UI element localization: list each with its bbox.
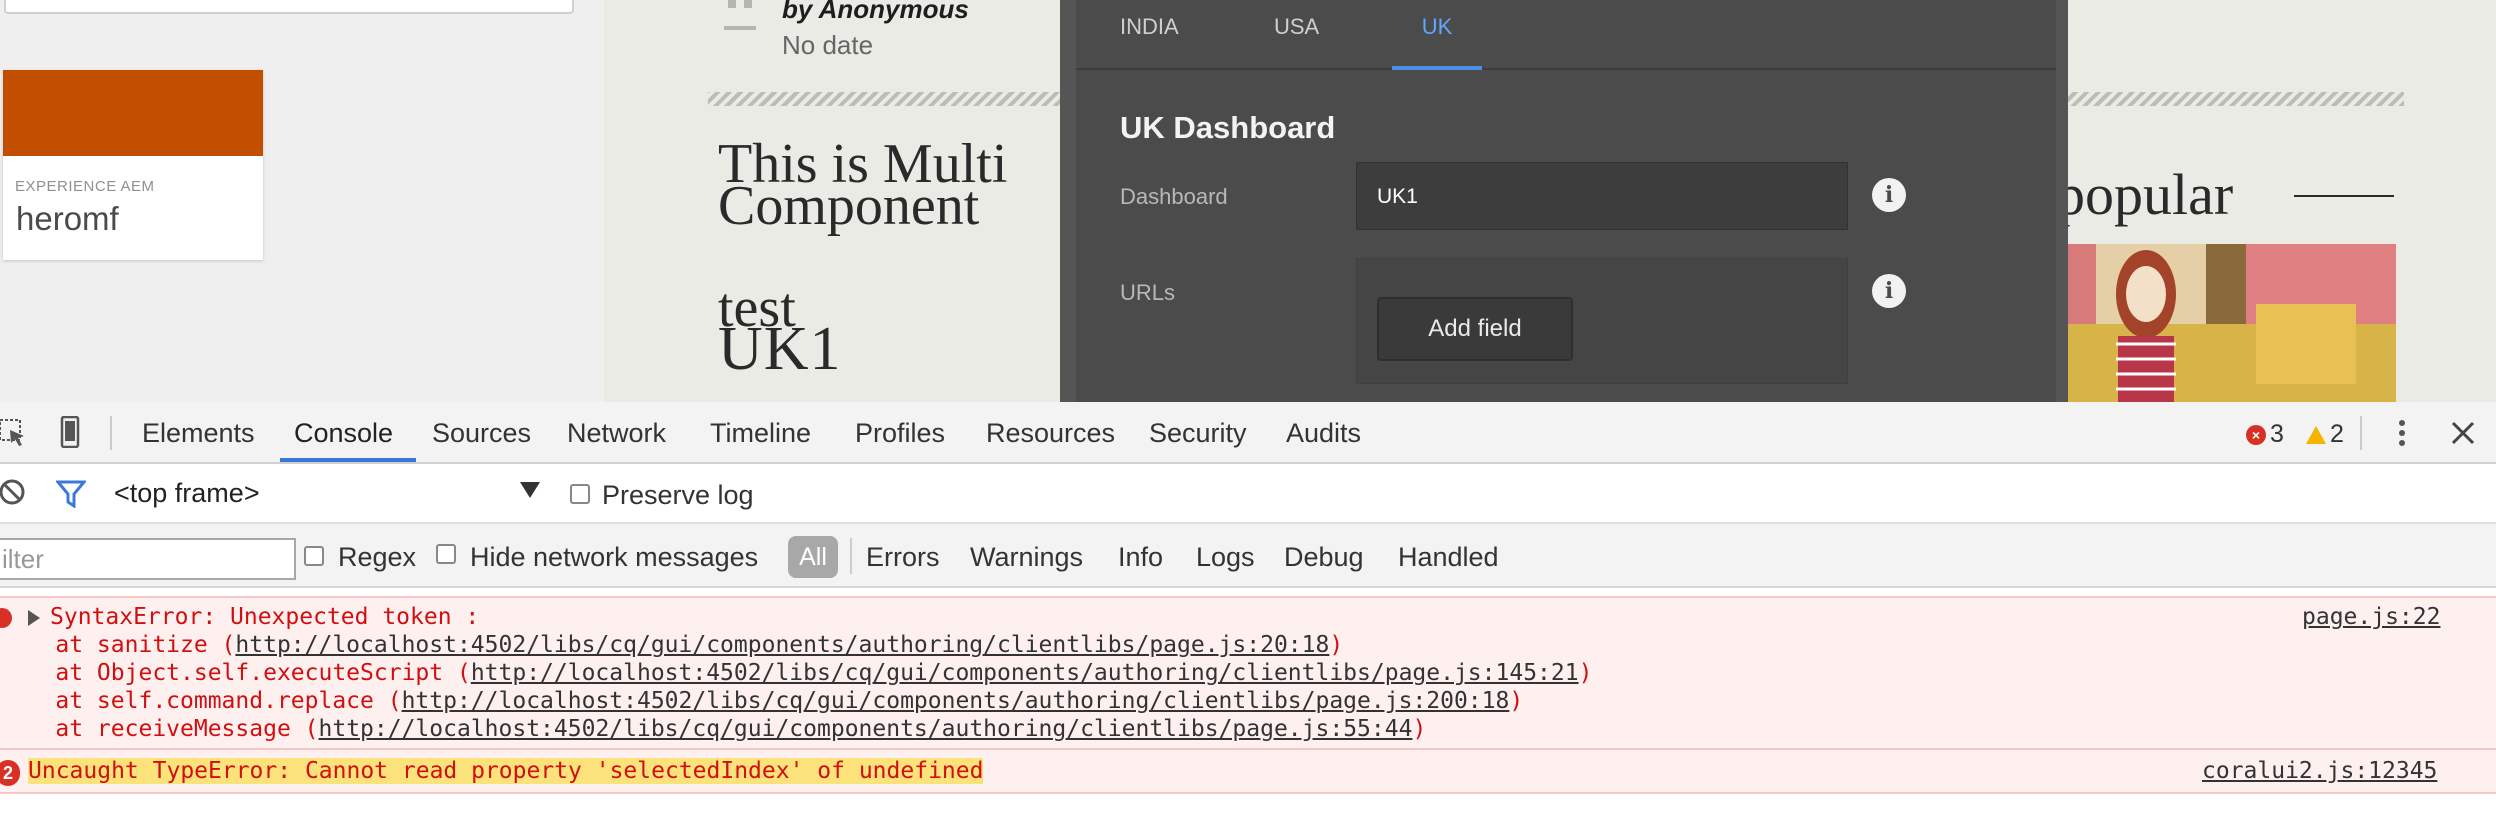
regex-label: Regex: [338, 542, 417, 572]
tab-timeline[interactable]: Timeline: [710, 418, 811, 449]
illustration-image: [2056, 244, 2396, 402]
article-title-line2: Component: [718, 175, 980, 237]
error-count: 3: [2270, 420, 2284, 448]
stack-url-link[interactable]: http://localhost:4502/libs/cq/gui/compon…: [235, 632, 1329, 658]
repeat-count-badge: 2: [0, 760, 20, 786]
author-avatar-icon: [724, 0, 756, 30]
popular-heading: popular: [2056, 162, 2234, 227]
preserve-log-checkbox[interactable]: [570, 484, 590, 504]
card-category: EXPERIENCE AEM: [15, 178, 155, 195]
level-all-button[interactable]: All: [788, 536, 838, 578]
stack-url-link[interactable]: http://localhost:4502/libs/cq/gui/compon…: [471, 660, 1579, 686]
filter-icon[interactable]: [56, 480, 86, 508]
tab-resources[interactable]: Resources: [986, 418, 1115, 449]
toolbar-separator: [110, 416, 112, 450]
tab-security[interactable]: Security: [1149, 418, 1247, 449]
card-thumbnail: [3, 70, 263, 156]
active-tab-indicator: [280, 458, 416, 462]
component-card[interactable]: EXPERIENCE AEM heromf: [3, 70, 263, 260]
stack-url-link[interactable]: http://localhost:4502/libs/cq/gui/compon…: [402, 688, 1510, 714]
stack-line: at sanitize (http://localhost:4502/libs/…: [0, 632, 1344, 658]
devtools-toolbar: Elements Console Sources Network Timelin…: [0, 402, 2496, 464]
component-rail: EXPERIENCE AEM heromf: [0, 0, 604, 402]
tab-usa[interactable]: USA: [1274, 14, 1334, 70]
tab-elements[interactable]: Elements: [142, 418, 255, 449]
stack-line: at Object.self.executeScript (http://loc…: [0, 660, 1593, 686]
tab-uk[interactable]: UK: [1392, 14, 1482, 70]
frame-selector[interactable]: <top frame>: [114, 478, 260, 509]
console-level-bar: ilter Regex Hide network messages All Er…: [0, 524, 2496, 588]
more-options-icon[interactable]: [2394, 418, 2410, 448]
error-counter[interactable]: × 3: [2246, 420, 2284, 449]
dashboard-input[interactable]: UK1: [1356, 162, 1848, 230]
urls-info-icon[interactable]: i: [1872, 274, 1906, 308]
toolbar-separator: [2360, 416, 2362, 450]
error-icon: [0, 608, 12, 628]
dashboard-dialog: INDIA USA UK UK Dashboard Dashboard UK1 …: [1076, 0, 2056, 402]
add-field-button[interactable]: Add field: [1377, 297, 1573, 361]
console-filter-bar: <top frame> Preserve log: [0, 464, 2496, 524]
stack-url-link[interactable]: http://localhost:4502/libs/cq/gui/compon…: [319, 716, 1413, 742]
message-text: Uncaught TypeError: Cannot read property…: [28, 758, 984, 784]
tab-network[interactable]: Network: [567, 418, 666, 449]
dashboard-value-text: UK1: [718, 315, 842, 383]
rail-search-input[interactable]: [4, 0, 574, 14]
level-errors-button[interactable]: Errors: [866, 542, 940, 573]
chevron-down-icon[interactable]: [520, 482, 540, 498]
level-debug-button[interactable]: Debug: [1284, 542, 1364, 573]
stack-line: at self.command.replace (http://localhos…: [0, 688, 1524, 714]
dashboard-label: Dashboard: [1120, 184, 1228, 209]
error-icon: ×: [2246, 424, 2266, 445]
expand-triangle-icon[interactable]: [28, 610, 40, 626]
page-preview: EXPERIENCE AEM heromf by Anonymous No da…: [0, 0, 2496, 402]
console-filter-input[interactable]: ilter: [0, 538, 296, 580]
warning-icon: [2306, 425, 2326, 444]
article-byline: by Anonymous: [782, 0, 969, 24]
tab-india[interactable]: INDIA: [1120, 14, 1190, 70]
level-separator: [850, 538, 852, 574]
tab-audits[interactable]: Audits: [1286, 418, 1361, 449]
message-source-link[interactable]: coralui2.js:12345: [2202, 758, 2437, 784]
hide-network-checkbox[interactable]: [436, 544, 456, 564]
level-handled-button[interactable]: Handled: [1398, 542, 1499, 573]
hide-network-label: Hide network messages: [470, 542, 759, 572]
warning-count: 2: [2330, 420, 2344, 448]
clear-console-icon[interactable]: [0, 478, 26, 506]
urls-multifield: Add field: [1356, 258, 1848, 384]
tab-sources[interactable]: Sources: [432, 418, 531, 449]
dialog-title: UK Dashboard: [1120, 110, 1336, 145]
tab-profiles[interactable]: Profiles: [855, 418, 945, 449]
regex-checkbox[interactable]: [304, 546, 324, 566]
level-warnings-button[interactable]: Warnings: [970, 542, 1083, 573]
preserve-log-label: Preserve log: [602, 480, 754, 510]
console-message-type-error: 2 Uncaught TypeError: Cannot read proper…: [0, 750, 2496, 794]
console-message-syntax-error: SyntaxError: Unexpected token : page.js:…: [0, 596, 2496, 750]
warning-counter[interactable]: 2: [2306, 420, 2344, 449]
stack-line: at receiveMessage (http://localhost:4502…: [0, 716, 1427, 742]
urls-label: URLs: [1120, 280, 1176, 305]
close-icon[interactable]: [2450, 420, 2476, 446]
inspect-element-icon[interactable]: [0, 418, 28, 448]
level-logs-button[interactable]: Logs: [1196, 542, 1255, 573]
level-info-button[interactable]: Info: [1118, 542, 1163, 573]
tab-console[interactable]: Console: [294, 418, 393, 449]
device-mode-icon[interactable]: [60, 416, 80, 448]
article-date: No date: [782, 30, 874, 60]
card-title: heromf: [16, 200, 119, 237]
message-source-link[interactable]: page.js:22: [2302, 604, 2440, 630]
console-output: SyntaxError: Unexpected token : page.js:…: [0, 588, 2496, 814]
devtools-panel: Elements Console Sources Network Timelin…: [0, 402, 2496, 814]
dialog-tabs: INDIA USA UK: [1076, 0, 2056, 70]
heading-rule: [2294, 195, 2394, 197]
message-text: SyntaxError: Unexpected token :: [50, 604, 480, 630]
dashboard-info-icon[interactable]: i: [1872, 178, 1906, 212]
